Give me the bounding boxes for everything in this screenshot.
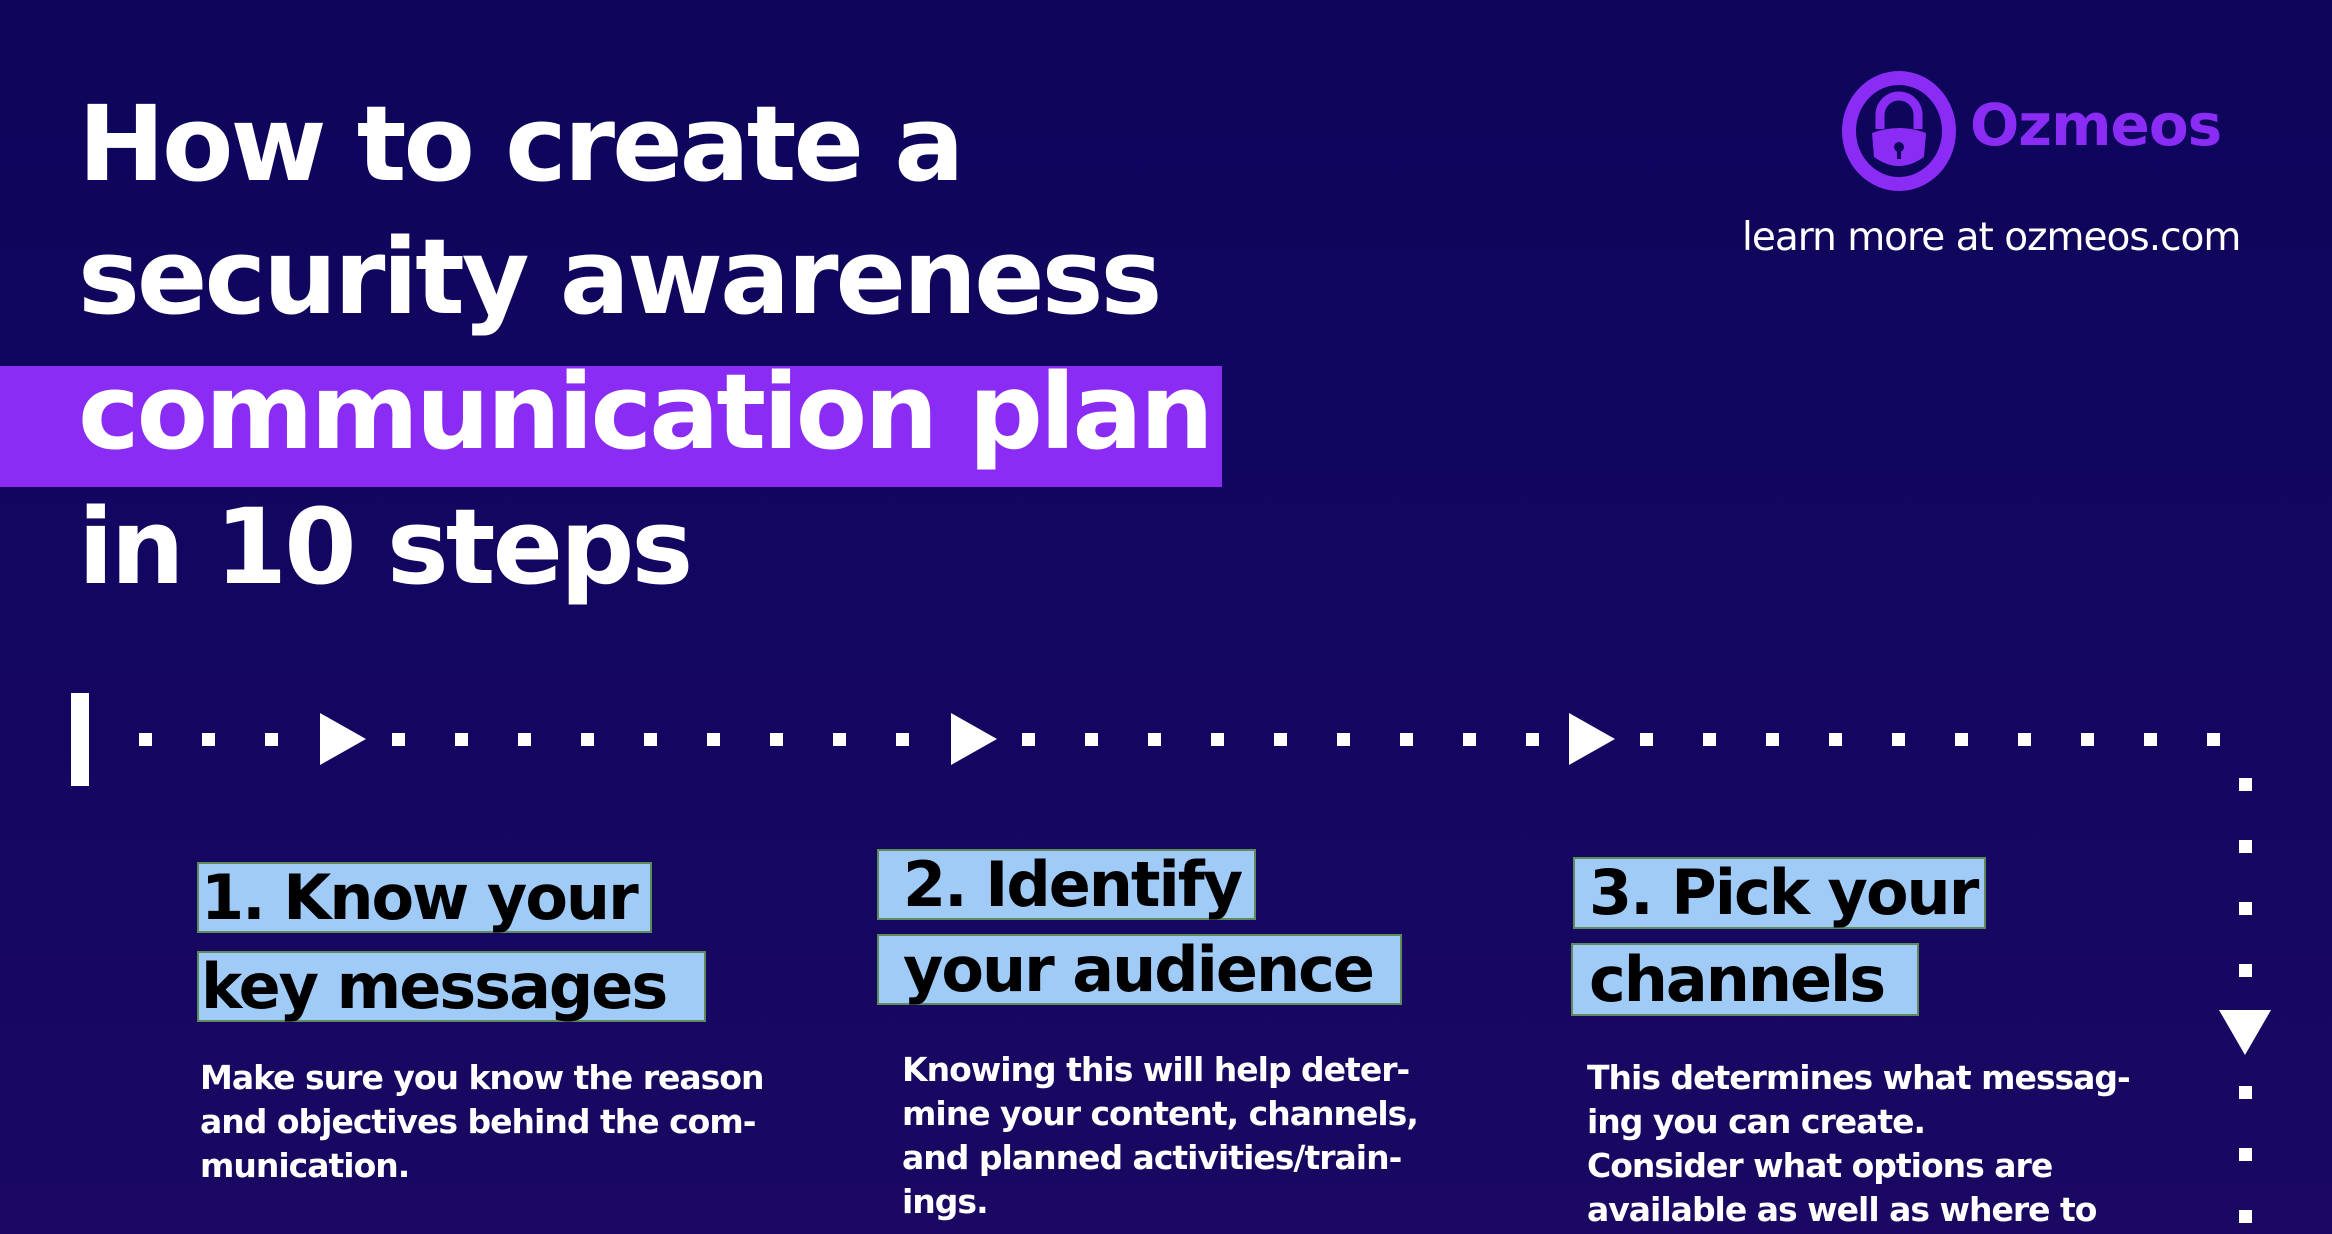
timeline-dot: [2239, 1210, 2252, 1223]
brand-website-link[interactable]: learn more at ozmeos.com: [1742, 218, 2241, 257]
step-heading-line: 1. Know your: [197, 862, 652, 933]
step-heading-line: 3. Pick your: [1573, 857, 1986, 929]
timeline-dot: [2239, 1148, 2252, 1161]
timeline-dot: [2018, 733, 2031, 746]
timeline-dot: [2239, 1086, 2252, 1099]
timeline-dot: [1211, 733, 1224, 746]
step-description: Knowing this will help deter- mine your …: [902, 1050, 1419, 1221]
timeline-dot: [1892, 733, 1905, 746]
arrow-right-icon: [951, 713, 997, 765]
timeline-dot: [1955, 733, 1968, 746]
lock-in-circle-icon[interactable]: [1842, 71, 1956, 191]
timeline-dot: [1829, 733, 1842, 746]
timeline-dot: [455, 733, 468, 746]
timeline-dot: [1022, 733, 1035, 746]
timeline-start-bar: [71, 693, 89, 786]
timeline-dot: [833, 733, 846, 746]
timeline-dot: [1766, 733, 1779, 746]
timeline-dot: [770, 733, 783, 746]
timeline-dot: [2239, 964, 2252, 977]
timeline-dot: [2239, 778, 2252, 791]
timeline-dot: [2207, 733, 2220, 746]
brand-name[interactable]: Ozmeos: [1970, 96, 2222, 154]
arrow-down-icon: [2219, 1010, 2271, 1055]
timeline-dot: [1526, 733, 1539, 746]
step-heading-line: channels: [1571, 943, 1919, 1016]
timeline-dot: [1148, 733, 1161, 746]
page-title-line-3-highlighted: communication plan: [78, 351, 1214, 473]
timeline-dot: [1085, 733, 1098, 746]
timeline-dot: [2239, 840, 2252, 853]
timeline-dot: [644, 733, 657, 746]
timeline-dot: [707, 733, 720, 746]
timeline-dot: [518, 733, 531, 746]
timeline-dot: [1640, 733, 1653, 746]
page-title-line-1: How to create a: [78, 83, 964, 205]
timeline-dot: [1463, 733, 1476, 746]
step-description: Make sure you know the reason and object…: [200, 1058, 764, 1185]
step-heading-line: your audience: [877, 934, 1402, 1005]
timeline-dot: [896, 733, 909, 746]
timeline-dot: [202, 733, 215, 746]
timeline-dot: [265, 733, 278, 746]
page-title-line-2: security awareness: [78, 216, 1162, 338]
arrow-right-icon: [1569, 713, 1615, 765]
page-title-line-4: in 10 steps: [78, 486, 693, 608]
timeline-dot: [1400, 733, 1413, 746]
timeline-dot: [2239, 902, 2252, 915]
timeline-dot: [1337, 733, 1350, 746]
step-heading-line: 2. Identify: [877, 849, 1256, 920]
timeline-dot: [139, 733, 152, 746]
timeline-dot: [392, 733, 405, 746]
step-heading-line: key messages: [197, 951, 706, 1022]
timeline-dot: [2081, 733, 2094, 746]
arrow-right-icon: [320, 713, 366, 765]
timeline-dot: [581, 733, 594, 746]
step-description: This determines what messag- ing you can…: [1587, 1058, 2131, 1229]
timeline-dot: [1703, 733, 1716, 746]
timeline-dot: [2144, 733, 2157, 746]
timeline-dot: [1274, 733, 1287, 746]
